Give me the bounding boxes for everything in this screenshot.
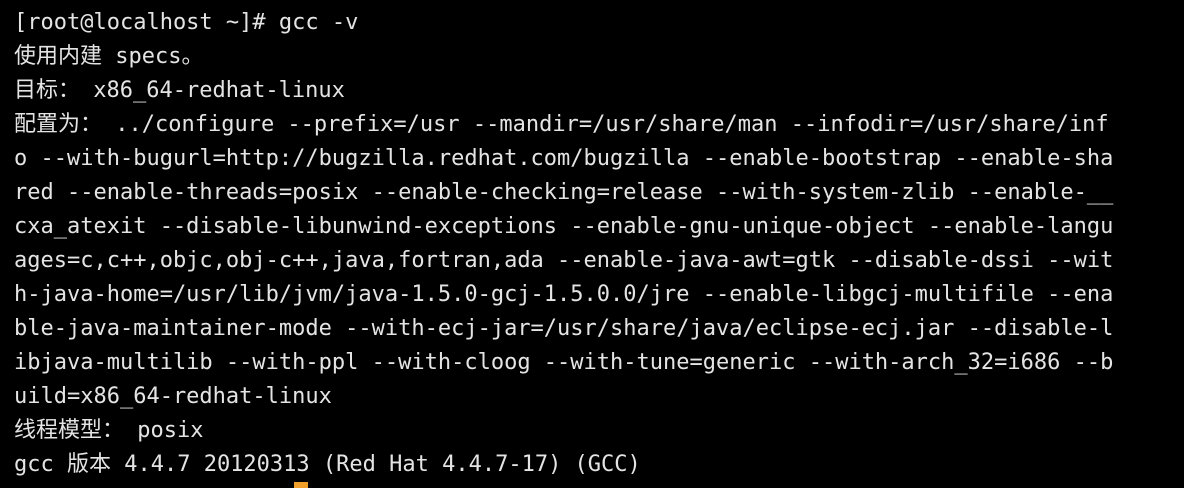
output-line: 线程模型： posix: [14, 418, 204, 443]
terminal-output: [root@localhost ~]# gcc -v 使用内建 specs。 目…: [14, 6, 1184, 482]
terminal-window[interactable]: [root@localhost ~]# gcc -v 使用内建 specs。 目…: [0, 0, 1184, 488]
output-line: uild=x86_64-redhat-linux: [14, 384, 332, 409]
output-line: ages=c,c++,objc,obj-c++,java,fortran,ada…: [14, 248, 1114, 273]
output-line: cxa_atexit --disable-libunwind-exception…: [14, 214, 1114, 239]
output-line: o --with-bugurl=http://bugzilla.redhat.c…: [14, 146, 1114, 171]
prompt-command-line: [root@localhost ~]# gcc -v: [14, 10, 359, 35]
output-line: 使用内建 specs。: [14, 44, 204, 69]
text-cursor: [294, 482, 308, 488]
output-line: ibjava-multilib --with-ppl --with-cloog …: [14, 350, 1114, 375]
output-line: red --enable-threads=posix --enable-chec…: [14, 180, 1114, 205]
output-line: 配置为： ../configure --prefix=/usr --mandir…: [14, 112, 1109, 137]
output-line: h-java-home=/usr/lib/jvm/java-1.5.0-gcj-…: [14, 282, 1114, 307]
output-line: 目标： x86_64-redhat-linux: [14, 78, 345, 103]
output-line: gcc 版本 4.4.7 20120313 (Red Hat 4.4.7-17)…: [14, 452, 641, 477]
output-line: ble-java-maintainer-mode --with-ecj-jar=…: [14, 316, 1114, 341]
